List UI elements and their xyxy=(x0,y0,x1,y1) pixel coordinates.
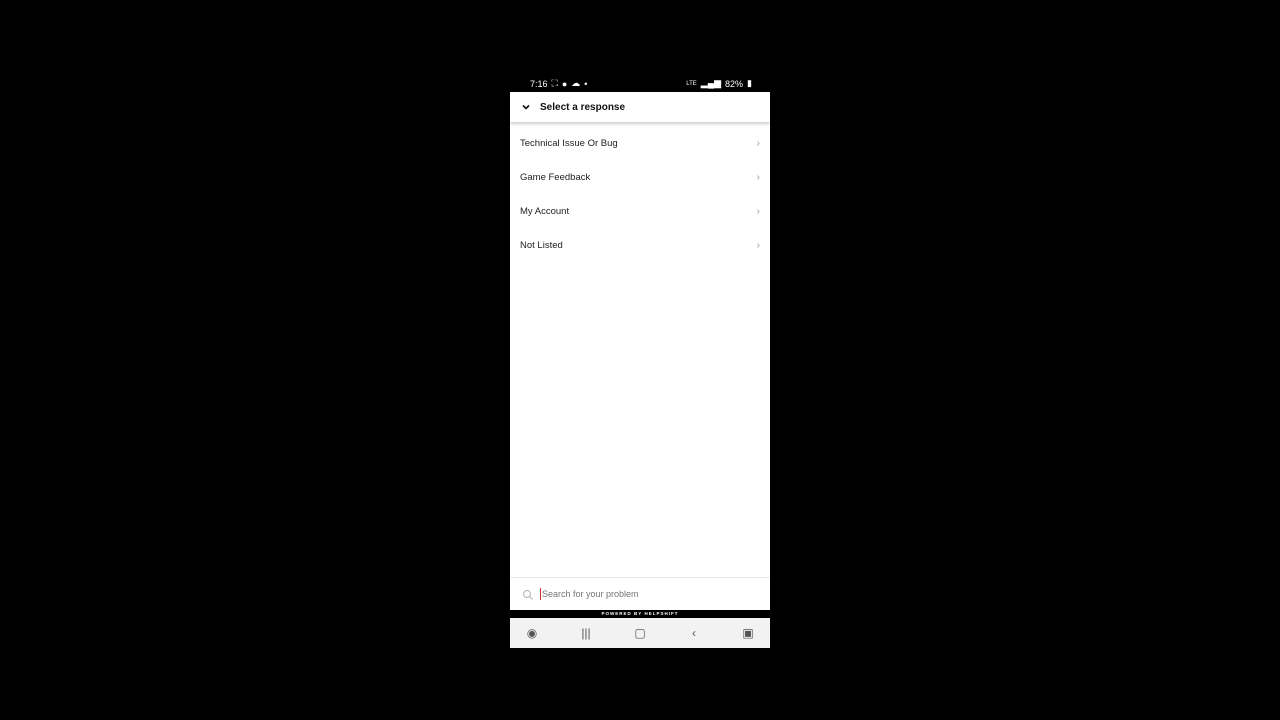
search-icon xyxy=(522,588,534,600)
cloud-icon: ☁ xyxy=(571,78,581,88)
home-icon[interactable]: ▢ xyxy=(626,621,654,645)
chevron-right-icon: › xyxy=(756,171,760,183)
list-item-label: Not Listed xyxy=(520,239,563,251)
lte-icon: LTE xyxy=(686,80,697,87)
system-nav-bar: ◉ ||| ▢ ‹ ▣ xyxy=(510,618,770,648)
response-list: Technical Issue Or Bug › Game Feedback ›… xyxy=(510,126,770,262)
phone-frame: 7:16 ⛶ ● ☁ • LTE ▂▄▆ 82% ▮ Select a resp… xyxy=(510,74,770,648)
list-item-game-feedback[interactable]: Game Feedback › xyxy=(510,160,770,194)
back-icon[interactable]: ‹ xyxy=(680,621,708,645)
app-screen: Select a response Technical Issue Or Bug… xyxy=(510,92,770,610)
messenger-icon: ● xyxy=(561,78,568,89)
powered-by-label: POWERED BY HELPSHIFT xyxy=(510,610,770,618)
collapse-chevron-icon[interactable] xyxy=(520,101,532,113)
list-item-label: My Account xyxy=(520,205,570,217)
list-item-label: Game Feedback xyxy=(520,171,591,183)
screenshot-tool-icon[interactable]: ▣ xyxy=(734,621,762,645)
list-item-my-account[interactable]: My Account › xyxy=(510,194,770,228)
search-input[interactable] xyxy=(540,588,744,600)
battery-percent: 82% xyxy=(725,78,744,89)
list-item-technical-issue[interactable]: Technical Issue Or Bug › xyxy=(510,126,770,160)
header: Select a response xyxy=(510,92,770,122)
signal-icon: ▂▄▆ xyxy=(700,78,722,88)
game-tools-icon[interactable]: ◉ xyxy=(518,621,546,645)
list-item-label: Technical Issue Or Bug xyxy=(520,137,618,149)
chevron-right-icon: › xyxy=(756,205,760,217)
status-time: 7:16 xyxy=(530,78,548,89)
list-item-not-listed[interactable]: Not Listed › xyxy=(510,228,770,262)
status-bar: 7:16 ⛶ ● ☁ • LTE ▂▄▆ 82% ▮ xyxy=(510,74,770,92)
search-bar xyxy=(510,577,770,610)
chevron-right-icon: › xyxy=(756,137,760,149)
recent-apps-icon[interactable]: ||| xyxy=(572,621,600,645)
chevron-right-icon: › xyxy=(756,239,760,251)
dot-icon: • xyxy=(584,78,588,89)
page-title: Select a response xyxy=(540,101,626,113)
battery-icon: ▮ xyxy=(747,78,752,88)
screenshot-icon: ⛶ xyxy=(551,78,558,88)
